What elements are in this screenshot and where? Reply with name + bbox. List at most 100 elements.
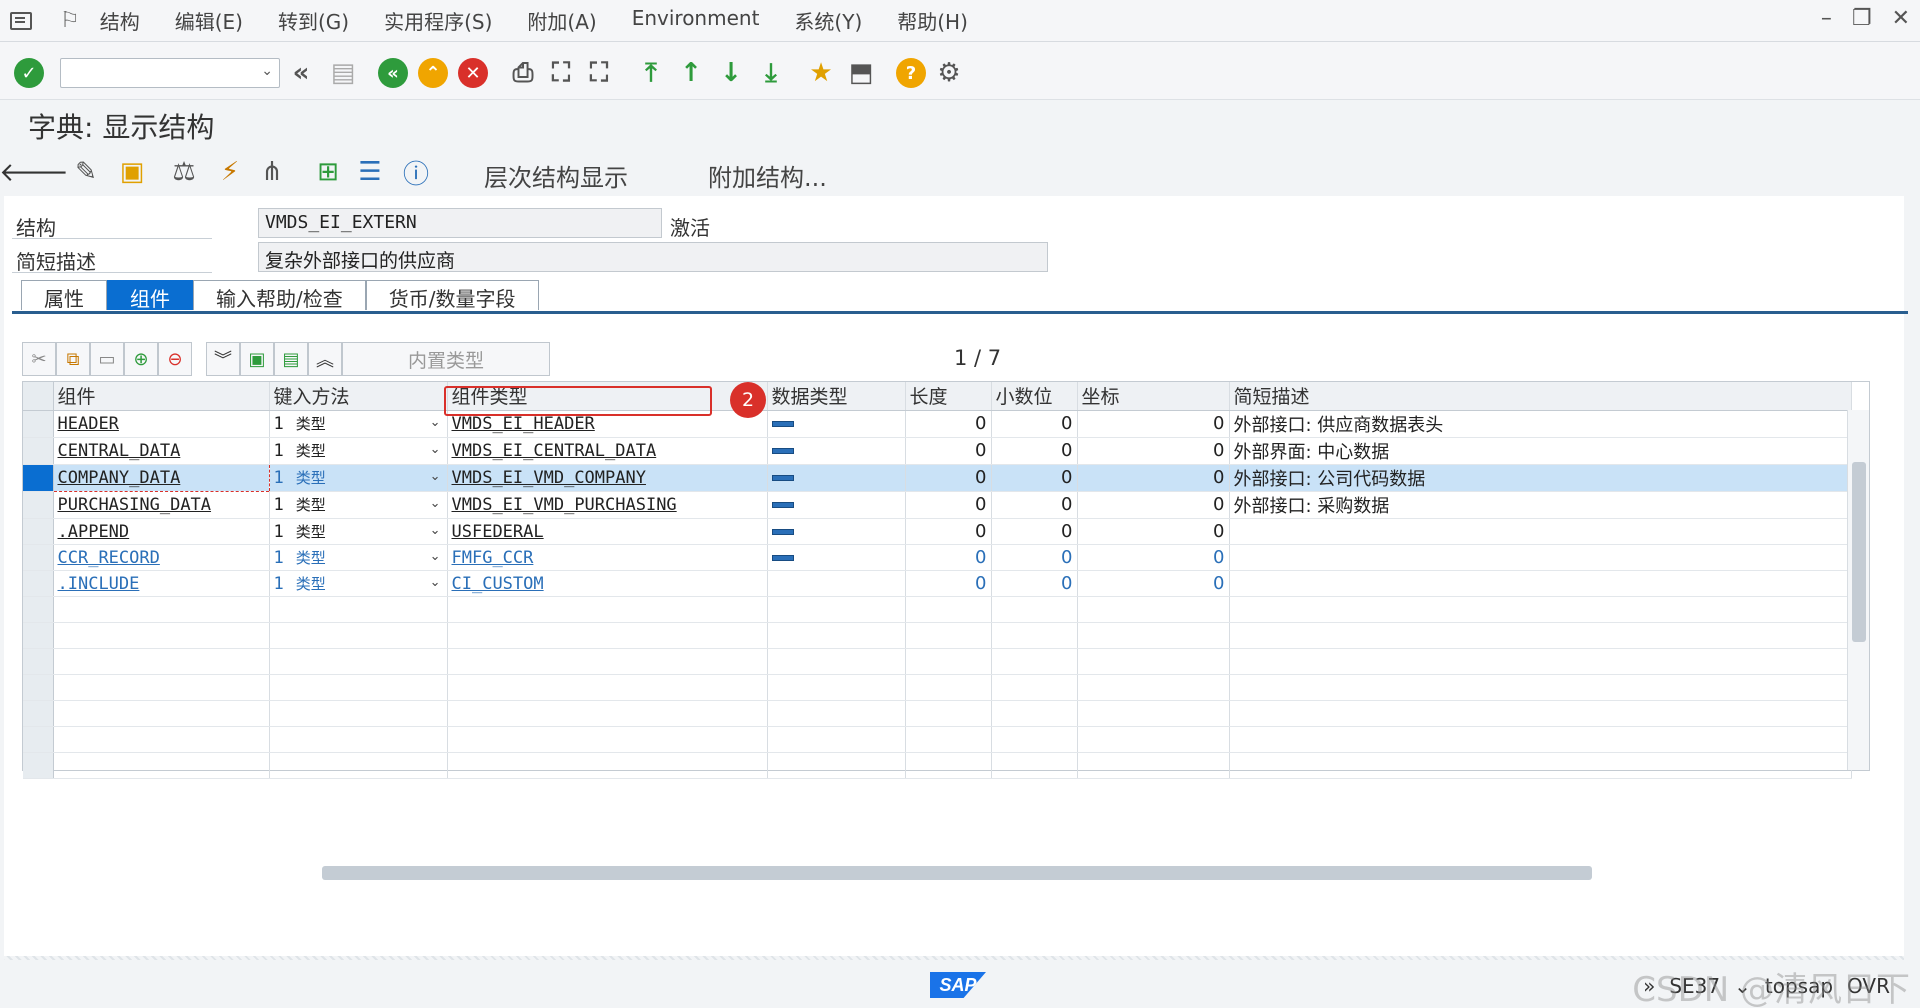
row-selector[interactable]: [23, 464, 54, 492]
col-header-data-type[interactable]: 数据类型: [767, 382, 906, 411]
find-icon[interactable]: ⛶: [546, 58, 576, 88]
chevron-down-icon[interactable]: ⌄: [430, 469, 441, 484]
favorites-icon[interactable]: ★: [806, 58, 836, 88]
table-row-empty[interactable]: [23, 752, 1852, 779]
find-next-icon[interactable]: ⛶: [584, 58, 614, 88]
menu-structure[interactable]: 结构: [100, 6, 140, 35]
hierarchy-icon[interactable]: ⊞: [312, 156, 344, 188]
chevron-down-icon[interactable]: ⌄: [430, 496, 441, 511]
scrollbar-thumb[interactable]: [1852, 462, 1866, 642]
row-selector[interactable]: [23, 491, 54, 519]
table-row-empty[interactable]: [23, 648, 1852, 675]
table-row-empty[interactable]: [23, 700, 1852, 727]
sap-menu-icon[interactable]: [10, 11, 32, 30]
col-header-component[interactable]: 组件: [53, 382, 270, 411]
copy-icon[interactable]: ⧉: [56, 342, 90, 376]
table-row[interactable]: .INCLUDE 1 类型 ⌄ CI_CUSTOM 0 0 0: [23, 570, 1852, 597]
display-change-icon[interactable]: ✎: [70, 156, 102, 188]
col-header-coordinate[interactable]: 坐标: [1077, 382, 1230, 411]
col-header-short-description[interactable]: 简短描述: [1229, 382, 1852, 411]
table-row[interactable]: .APPEND 1 类型 ⌄ USFEDERAL 0 0 0: [23, 518, 1852, 545]
back-double-chevron-icon[interactable]: «: [286, 58, 316, 88]
tab-components[interactable]: 组件: [107, 280, 193, 311]
table-row-empty[interactable]: [23, 622, 1852, 649]
menu-edit[interactable]: 编辑(E): [175, 6, 243, 35]
help-button[interactable]: ?: [896, 58, 926, 88]
row-selector[interactable]: [23, 410, 54, 438]
back-arrow-icon[interactable]: 🡐: [0, 156, 69, 188]
select-all-cell[interactable]: [23, 382, 54, 411]
table-row[interactable]: PURCHASING_DATA 1 类型 ⌄ VMDS_EI_VMD_PURCHAS…: [23, 491, 1852, 519]
component-name[interactable]: PURCHASING_DATA: [58, 495, 212, 515]
typing-method-cell[interactable]: 1 类型 ⌄: [269, 570, 448, 597]
next-page-icon[interactable]: ↓: [716, 58, 746, 88]
horizontal-scrollbar[interactable]: [274, 860, 1904, 884]
layout-icon[interactable]: ▤: [274, 342, 308, 376]
table-row[interactable]: HEADER 1 类型 ⌄ VMDS_EI_HEADER 0 0 0 外部接口: 供…: [23, 410, 1852, 438]
menu-extras[interactable]: 附加(A): [527, 6, 596, 35]
activate-wand-icon[interactable]: ⚡: [214, 156, 246, 188]
previous-page-icon[interactable]: ↑: [676, 58, 706, 88]
table-row-selected[interactable]: COMPANY_DATA 1 类型 ⌄ VMDS_EI_VMD_COMPANY 0 …: [23, 463, 1852, 492]
row-selector[interactable]: [23, 437, 54, 465]
row-selector[interactable]: [23, 518, 54, 545]
table-row-empty[interactable]: [23, 674, 1852, 701]
component-type[interactable]: USFEDERAL: [452, 522, 544, 542]
close-window-icon[interactable]: ✕: [1892, 6, 1910, 31]
menu-utilities[interactable]: 实用程序(S): [384, 6, 492, 35]
menu-goto[interactable]: 转到(G): [278, 6, 349, 35]
print-icon[interactable]: ⎙: [508, 58, 538, 88]
col-header-decimals[interactable]: 小数位: [991, 382, 1078, 411]
chevron-down-icon[interactable]: ⌄: [430, 442, 441, 457]
typing-method-cell[interactable]: 1 类型 ⌄: [269, 491, 448, 519]
short-description-field[interactable]: 复杂外部接口的供应商: [258, 242, 1048, 272]
table-row[interactable]: CCR_RECORD 1 类型 ⌄ FMFG_CCR 0 0 0: [23, 544, 1852, 571]
exit-button[interactable]: ⌃: [418, 58, 448, 88]
chevron-down-icon[interactable]: ⌄: [430, 549, 441, 564]
col-header-length[interactable]: 长度: [905, 382, 992, 411]
settings-gear-icon[interactable]: ⚙: [934, 58, 964, 88]
table-row-empty[interactable]: [23, 726, 1852, 753]
enter-button[interactable]: ✓: [14, 58, 44, 88]
paste-icon[interactable]: ▭: [90, 342, 124, 376]
menu-help[interactable]: 帮助(H): [897, 6, 968, 35]
hierarchy-display-button[interactable]: 层次结构显示: [484, 158, 628, 193]
typing-method-cell[interactable]: 1 类型 ⌄: [269, 518, 448, 545]
pin-icon[interactable]: ⚐: [60, 8, 80, 33]
delete-row-icon[interactable]: ⊖: [158, 342, 192, 376]
typing-method-cell[interactable]: 1 类型 ⌄: [269, 544, 448, 571]
where-used-icon[interactable]: ⋔: [256, 156, 288, 188]
col-header-typing-method[interactable]: 键入方法: [269, 382, 448, 411]
vertical-scrollbar[interactable]: [1847, 410, 1869, 770]
typing-method-cell[interactable]: 1 类型 ⌄: [269, 410, 448, 438]
cancel-button[interactable]: ✕: [458, 58, 488, 88]
tab-attributes[interactable]: 属性: [21, 280, 107, 311]
list-icon[interactable]: ☰: [354, 156, 386, 188]
builtin-type-button[interactable]: 内置类型: [342, 342, 550, 376]
last-page-icon[interactable]: ⤓: [756, 58, 786, 88]
menu-environment[interactable]: Environment: [632, 6, 760, 35]
component-name[interactable]: HEADER: [58, 414, 119, 434]
info-icon[interactable]: ⓘ: [400, 156, 432, 190]
chevron-down-icon[interactable]: ⌄: [430, 415, 441, 430]
table-row[interactable]: CENTRAL_DATA 1 类型 ⌄ VMDS_EI_CENTRAL_DATA 0…: [23, 437, 1852, 465]
component-name[interactable]: .INCLUDE: [58, 574, 140, 594]
component-type[interactable]: VMDS_EI_CENTRAL_DATA: [452, 441, 657, 461]
expand-icon[interactable]: ︾: [206, 342, 240, 376]
component-type[interactable]: VMDS_EI_VMD_COMPANY: [452, 468, 646, 488]
menu-system[interactable]: 系统(Y): [794, 6, 862, 35]
cut-icon[interactable]: ✂: [22, 342, 56, 376]
structure-field[interactable]: VMDS_EI_EXTERN: [258, 208, 662, 238]
save-icon[interactable]: ▤: [328, 58, 358, 88]
row-selector[interactable]: [23, 570, 54, 597]
component-name[interactable]: COMPANY_DATA: [58, 468, 181, 488]
scrollbar-thumb[interactable]: [322, 866, 1592, 880]
component-name[interactable]: .APPEND: [58, 522, 130, 542]
component-name[interactable]: CENTRAL_DATA: [58, 441, 181, 461]
component-name[interactable]: CCR_RECORD: [58, 548, 160, 568]
append-structure-button[interactable]: 附加结构...: [708, 158, 827, 193]
shortcut-icon[interactable]: ⬒: [846, 58, 876, 88]
component-type[interactable]: CI_CUSTOM: [452, 574, 544, 594]
table-settings-icon[interactable]: ▣: [240, 342, 274, 376]
component-type[interactable]: FMFG_CCR: [452, 548, 534, 568]
